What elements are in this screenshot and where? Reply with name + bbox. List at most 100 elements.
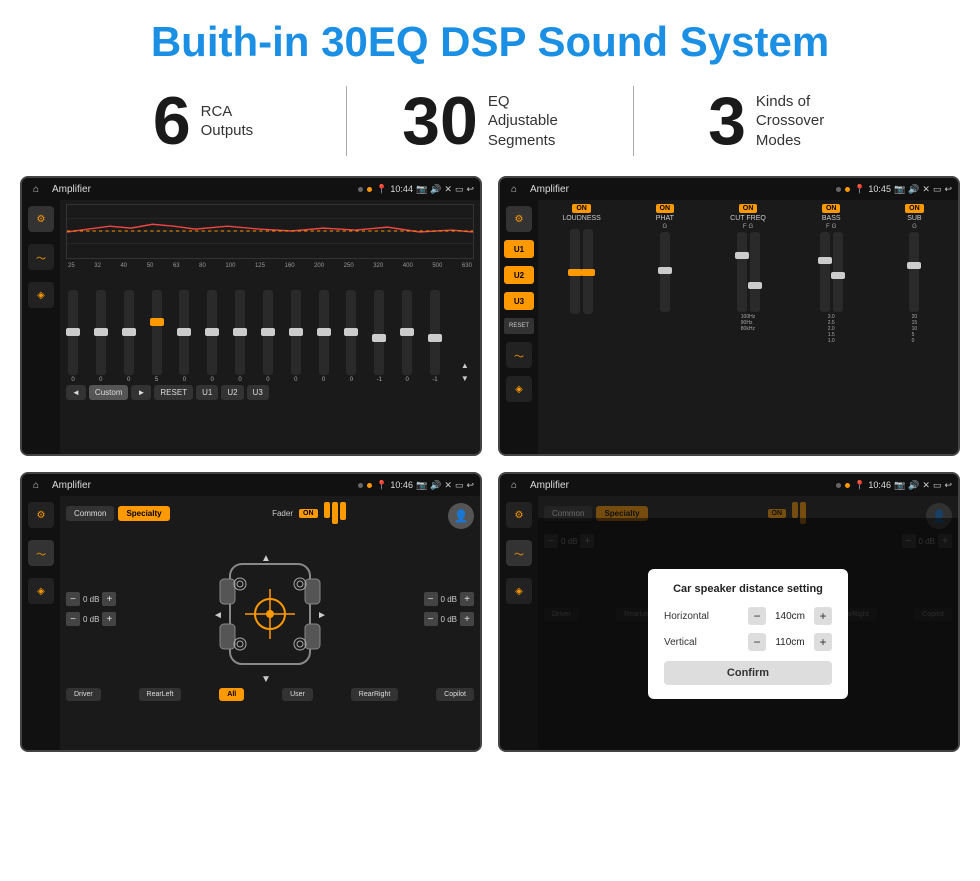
lrdb-minus[interactable]: − xyxy=(66,612,80,626)
sidebar-wave-icon-2[interactable]: 〜 xyxy=(506,342,532,368)
slider-3[interactable]: 0 xyxy=(124,290,134,383)
slider-8[interactable]: 0 xyxy=(263,290,273,383)
sidebar-wave-icon-3[interactable]: 〜 xyxy=(28,540,54,566)
sidebar-wave-icon-4[interactable]: 〜 xyxy=(506,540,532,566)
back-icon-2[interactable]: ↩ xyxy=(944,184,952,195)
bass-slider-1[interactable] xyxy=(820,232,830,312)
custom-btn[interactable]: Custom xyxy=(89,385,129,400)
phat-slider[interactable] xyxy=(660,232,670,312)
slider-12[interactable]: -1 xyxy=(374,290,384,383)
window-icon: ▭ xyxy=(455,184,464,195)
slider-10[interactable]: 0 xyxy=(319,290,329,383)
u1-side-btn[interactable]: U1 xyxy=(504,240,534,258)
play-btn[interactable]: ► xyxy=(131,385,151,400)
horizontal-plus-btn[interactable]: + xyxy=(814,607,832,625)
vertical-plus-btn[interactable]: + xyxy=(814,633,832,651)
lrdb-plus[interactable]: + xyxy=(102,612,116,626)
sub-slider[interactable] xyxy=(909,232,919,312)
loudness-toggle[interactable]: ON xyxy=(572,204,591,213)
fader-slider-3[interactable] xyxy=(340,502,346,520)
sub-toggle[interactable]: ON xyxy=(905,204,924,213)
car-layout: − 0 dB + − 0 dB + xyxy=(66,534,474,684)
screen3-body: ⚙ 〜 ◈ Common Specialty Fader ON xyxy=(22,496,480,750)
location-icon-3: 📍 xyxy=(376,480,387,491)
sidebar-speaker-icon-2[interactable]: ◈ xyxy=(506,376,532,402)
user-btn[interactable]: User xyxy=(282,688,313,701)
sidebar-speaker-icon-3[interactable]: ◈ xyxy=(28,578,54,604)
camera-icon: 📷 xyxy=(416,184,427,195)
fader-slider-1[interactable] xyxy=(324,502,330,518)
confirm-button[interactable]: Confirm xyxy=(664,661,832,685)
stat-eq-text: EQ AdjustableSegments xyxy=(488,92,578,151)
driver-btn[interactable]: Driver xyxy=(66,688,101,701)
slider-4[interactable]: 5 xyxy=(152,290,162,383)
loudness-slider-1[interactable] xyxy=(570,229,580,314)
bass-toggle[interactable]: ON xyxy=(822,204,841,213)
sidebar-speaker-icon[interactable]: ◈ xyxy=(28,282,54,308)
sidebar-eq-icon-4[interactable]: ⚙ xyxy=(506,502,532,528)
lfdb-minus[interactable]: − xyxy=(66,592,80,606)
back-icon-4[interactable]: ↩ xyxy=(944,480,952,491)
home-icon-2[interactable]: ⌂ xyxy=(506,181,522,197)
prev-btn[interactable]: ◄ xyxy=(66,385,86,400)
cutfreq-toggle[interactable]: ON xyxy=(739,204,758,213)
copilot-btn[interactable]: Copilot xyxy=(436,688,474,701)
screen4-body: ⚙ 〜 ◈ Common Specialty ON xyxy=(500,496,958,750)
dialog-title: Car speaker distance setting xyxy=(664,583,832,595)
bass-hz: 3.02.52.01.51.0 xyxy=(828,314,835,344)
home-icon-3[interactable]: ⌂ xyxy=(28,477,44,493)
window-icon-2: ▭ xyxy=(933,184,942,195)
slider-7[interactable]: 0 xyxy=(235,290,245,383)
sidebar-eq-icon-3[interactable]: ⚙ xyxy=(28,502,54,528)
u3-side-btn[interactable]: U3 xyxy=(504,292,534,310)
phat-toggle[interactable]: ON xyxy=(656,204,675,213)
slider-1[interactable]: 0 xyxy=(68,290,78,383)
slider-14[interactable]: -1 xyxy=(430,290,440,383)
sub-g-label: G xyxy=(912,224,917,230)
cutfreq-slider-2[interactable] xyxy=(750,232,760,312)
reset-side-btn[interactable]: RESET xyxy=(504,318,534,334)
profile-icon[interactable]: 👤 xyxy=(448,503,474,529)
sidebar-speaker-icon-4[interactable]: ◈ xyxy=(506,578,532,604)
home-icon[interactable]: ⌂ xyxy=(28,181,44,197)
stat-crossover: 3 Kinds ofCrossover Modes xyxy=(634,87,920,155)
slider-9[interactable]: 0 xyxy=(291,290,301,383)
rfdb-minus[interactable]: − xyxy=(424,592,438,606)
rfdb-plus[interactable]: + xyxy=(460,592,474,606)
u2-side-btn[interactable]: U2 xyxy=(504,266,534,284)
slider-11[interactable]: 0 xyxy=(346,290,356,383)
loudness-slider-2[interactable] xyxy=(583,229,593,314)
location-icon-2: 📍 xyxy=(854,184,865,195)
cutfreq-hz: 100Hz90Hz80kHz xyxy=(741,314,755,332)
lfdb-plus[interactable]: + xyxy=(102,592,116,606)
reset-btn[interactable]: RESET xyxy=(154,385,193,400)
back-icon[interactable]: ↩ xyxy=(466,184,474,195)
slider-2[interactable]: 0 xyxy=(96,290,106,383)
rrdb-minus[interactable]: − xyxy=(424,612,438,626)
slider-5[interactable]: 0 xyxy=(179,290,189,383)
sidebar-wave-icon[interactable]: 〜 xyxy=(28,244,54,270)
rrdb-plus[interactable]: + xyxy=(460,612,474,626)
fader-on-btn[interactable]: ON xyxy=(299,509,318,518)
all-btn[interactable]: All xyxy=(219,688,244,701)
u3-btn[interactable]: U3 xyxy=(247,385,269,400)
bass-slider-2[interactable] xyxy=(833,232,843,312)
sidebar-eq-icon[interactable]: ⚙ xyxy=(28,206,54,232)
svg-text:◄: ◄ xyxy=(213,610,223,621)
u2-btn[interactable]: U2 xyxy=(221,385,243,400)
slider-6[interactable]: 0 xyxy=(207,290,217,383)
back-icon-3[interactable]: ↩ xyxy=(466,480,474,491)
rearleft-btn[interactable]: RearLeft xyxy=(139,688,182,701)
vertical-minus-btn[interactable]: − xyxy=(748,633,766,651)
slider-13[interactable]: 0 xyxy=(402,290,412,383)
screen1-eq: ⌂ Amplifier 📍 10:44 📷 🔊 ✕ ▭ ↩ ⚙ 〜 ◈ xyxy=(20,176,482,456)
fader-slider-2[interactable] xyxy=(332,502,338,524)
sidebar-eq-icon-2[interactable]: ⚙ xyxy=(506,206,532,232)
u1-btn[interactable]: U1 xyxy=(196,385,218,400)
common-tab[interactable]: Common xyxy=(66,506,114,521)
cutfreq-slider-1[interactable] xyxy=(737,232,747,312)
rearright-btn[interactable]: RearRight xyxy=(351,688,399,701)
specialty-tab[interactable]: Specialty xyxy=(118,506,169,521)
horizontal-minus-btn[interactable]: − xyxy=(748,607,766,625)
home-icon-4[interactable]: ⌂ xyxy=(506,477,522,493)
